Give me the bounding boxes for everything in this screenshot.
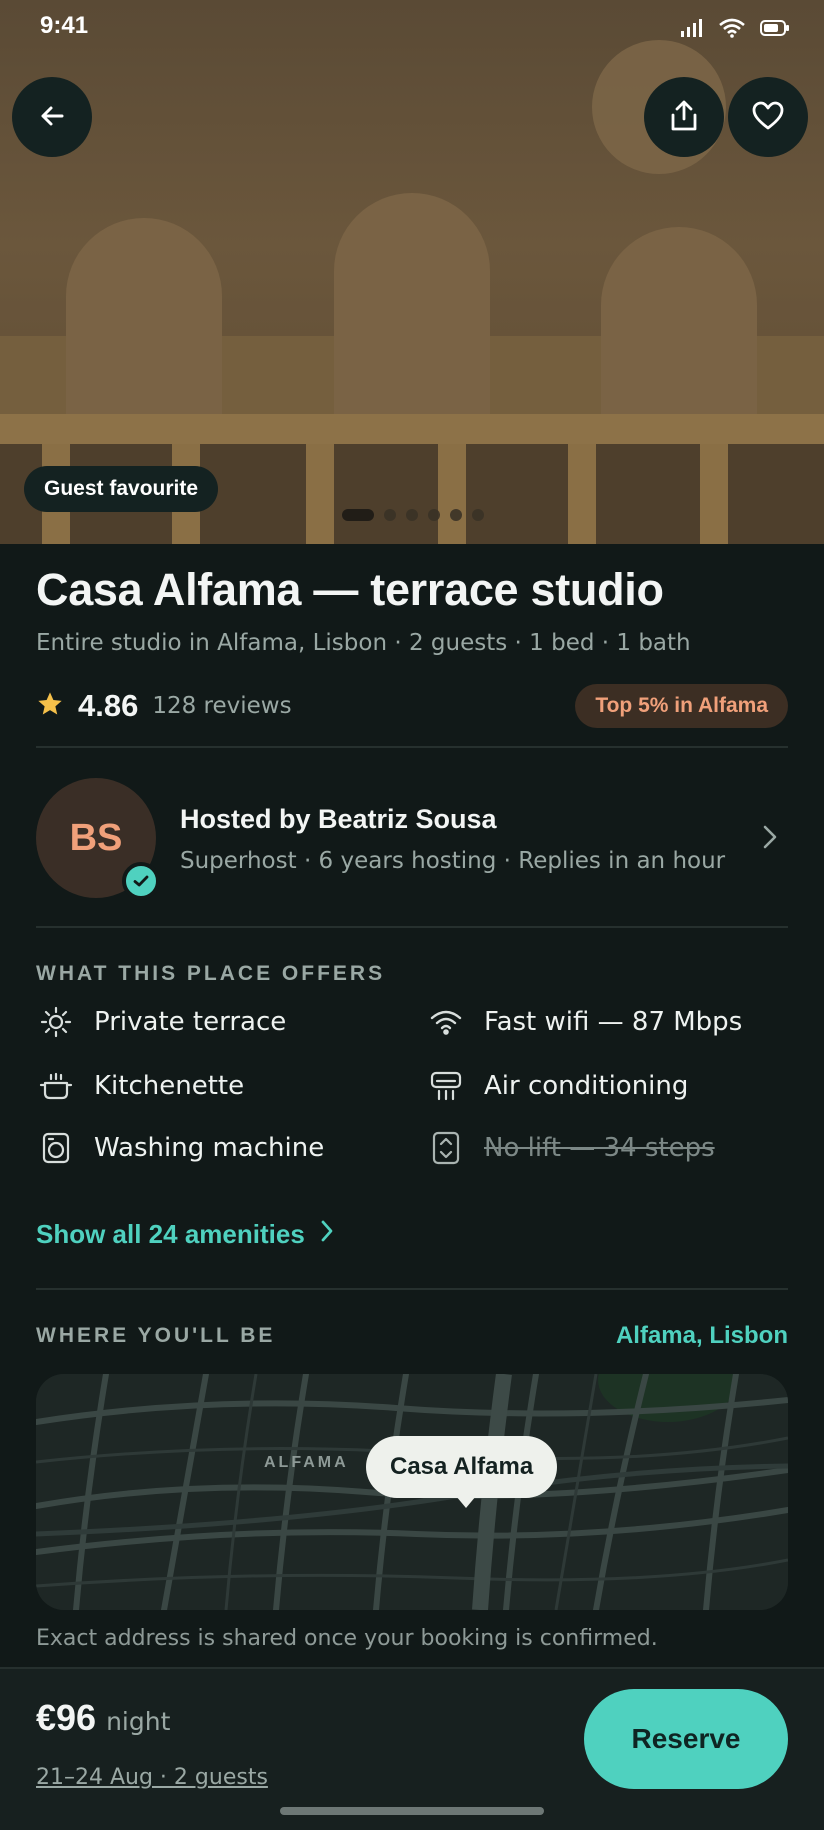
- heart-icon: [752, 101, 784, 134]
- reserve-button[interactable]: Reserve: [584, 1689, 788, 1789]
- amenity-item: Kitchenette: [36, 1066, 244, 1106]
- location-map[interactable]: ALFAMA Casa Alfama: [36, 1374, 788, 1610]
- amenity-item-unavailable: No lift — 34 steps: [426, 1128, 715, 1168]
- pagination-dot[interactable]: [384, 509, 396, 521]
- lift-icon: [426, 1128, 466, 1168]
- wifi-status-icon: [718, 18, 746, 42]
- arrow-left-icon: [36, 100, 68, 135]
- status-bar: 9:41: [0, 0, 824, 56]
- photo-post: [700, 444, 728, 544]
- sun-icon: [36, 1002, 76, 1042]
- share-button[interactable]: [644, 77, 724, 157]
- host-name: Hosted by Beatriz Sousa: [180, 804, 497, 834]
- top-percent-badge: Top 5% in Alfama: [575, 684, 788, 728]
- map-area-label: ALFAMA: [264, 1454, 349, 1471]
- price-value: €96: [36, 1697, 97, 1738]
- battery-icon: [760, 19, 790, 41]
- rating-row: 4.86 128 reviews Top 5% in Alfama: [36, 684, 788, 728]
- ac-icon: [426, 1066, 466, 1106]
- chevron-right-icon: [319, 1218, 335, 1251]
- save-button[interactable]: [728, 77, 808, 157]
- location-link[interactable]: Alfama, Lisbon: [616, 1322, 788, 1350]
- amenities-grid: Private terrace Fast wifi — 87 Mbps Kitc…: [36, 1002, 788, 1202]
- photo-post: [438, 444, 466, 544]
- wifi-icon: [426, 1002, 466, 1042]
- status-time: 9:41: [40, 12, 89, 39]
- home-indicator[interactable]: [280, 1807, 544, 1815]
- rating-value: 4.86: [78, 688, 139, 723]
- photo-pagination: [342, 509, 484, 521]
- map-pin-label[interactable]: Casa Alfama: [366, 1436, 558, 1508]
- share-icon: [668, 99, 700, 136]
- reviews-link[interactable]: 128 reviews: [152, 693, 291, 719]
- photo-post: [306, 444, 334, 544]
- dates-guests-link[interactable]: 21–24 Aug · 2 guests: [36, 1765, 268, 1790]
- pagination-dot[interactable]: [450, 509, 462, 521]
- photo-post: [568, 444, 596, 544]
- amenity-item: Air conditioning: [426, 1066, 688, 1106]
- show-all-amenities-link[interactable]: Show all 24 amenities: [36, 1214, 788, 1254]
- booking-bar: €96 night 21–24 Aug · 2 guests Reserve: [0, 1667, 824, 1830]
- back-button[interactable]: [12, 77, 92, 157]
- amenity-item: Washing machine: [36, 1128, 324, 1168]
- listing-subtitle: Entire studio in Alfama, Lisbon · 2 gues…: [36, 630, 691, 656]
- chevron-right-icon: [760, 822, 780, 856]
- divider: [36, 1288, 788, 1290]
- guest-favourite-badge: Guest favourite: [24, 466, 219, 512]
- amenity-item: Private terrace: [36, 1002, 286, 1042]
- listing-details: Casa Alfama — terrace studio Entire stud…: [36, 544, 788, 1651]
- price: €96 night: [36, 1697, 170, 1739]
- amenities-heading: WHAT THIS PLACE OFFERS: [36, 962, 386, 985]
- address-note: Exact address is shared once your bookin…: [36, 1626, 658, 1651]
- amenity-item: Fast wifi — 87 Mbps: [426, 1002, 742, 1042]
- location-heading: WHERE YOU'LL BE: [36, 1324, 276, 1347]
- photo-railing: [0, 414, 824, 444]
- pagination-dot[interactable]: [406, 509, 418, 521]
- signal-icon: [680, 18, 704, 42]
- host-row[interactable]: BS Hosted by Beatriz Sousa Superhost · 6…: [36, 748, 788, 926]
- pot-icon: [36, 1066, 76, 1106]
- star-icon: [36, 690, 64, 722]
- price-unit: night: [106, 1707, 171, 1736]
- location-header: WHERE YOU'LL BE Alfama, Lisbon: [36, 1316, 788, 1356]
- host-meta: Superhost · 6 years hosting · Replies in…: [180, 848, 726, 874]
- pagination-dot[interactable]: [472, 509, 484, 521]
- photo-arch: [601, 227, 757, 427]
- washer-icon: [36, 1128, 76, 1168]
- photo-arch: [66, 218, 222, 428]
- verified-check-icon: [122, 862, 160, 900]
- listing-title: Casa Alfama — terrace studio: [36, 564, 664, 615]
- divider: [36, 926, 788, 928]
- pagination-dot[interactable]: [342, 509, 374, 521]
- pagination-dot[interactable]: [428, 509, 440, 521]
- photo-arch: [334, 193, 490, 428]
